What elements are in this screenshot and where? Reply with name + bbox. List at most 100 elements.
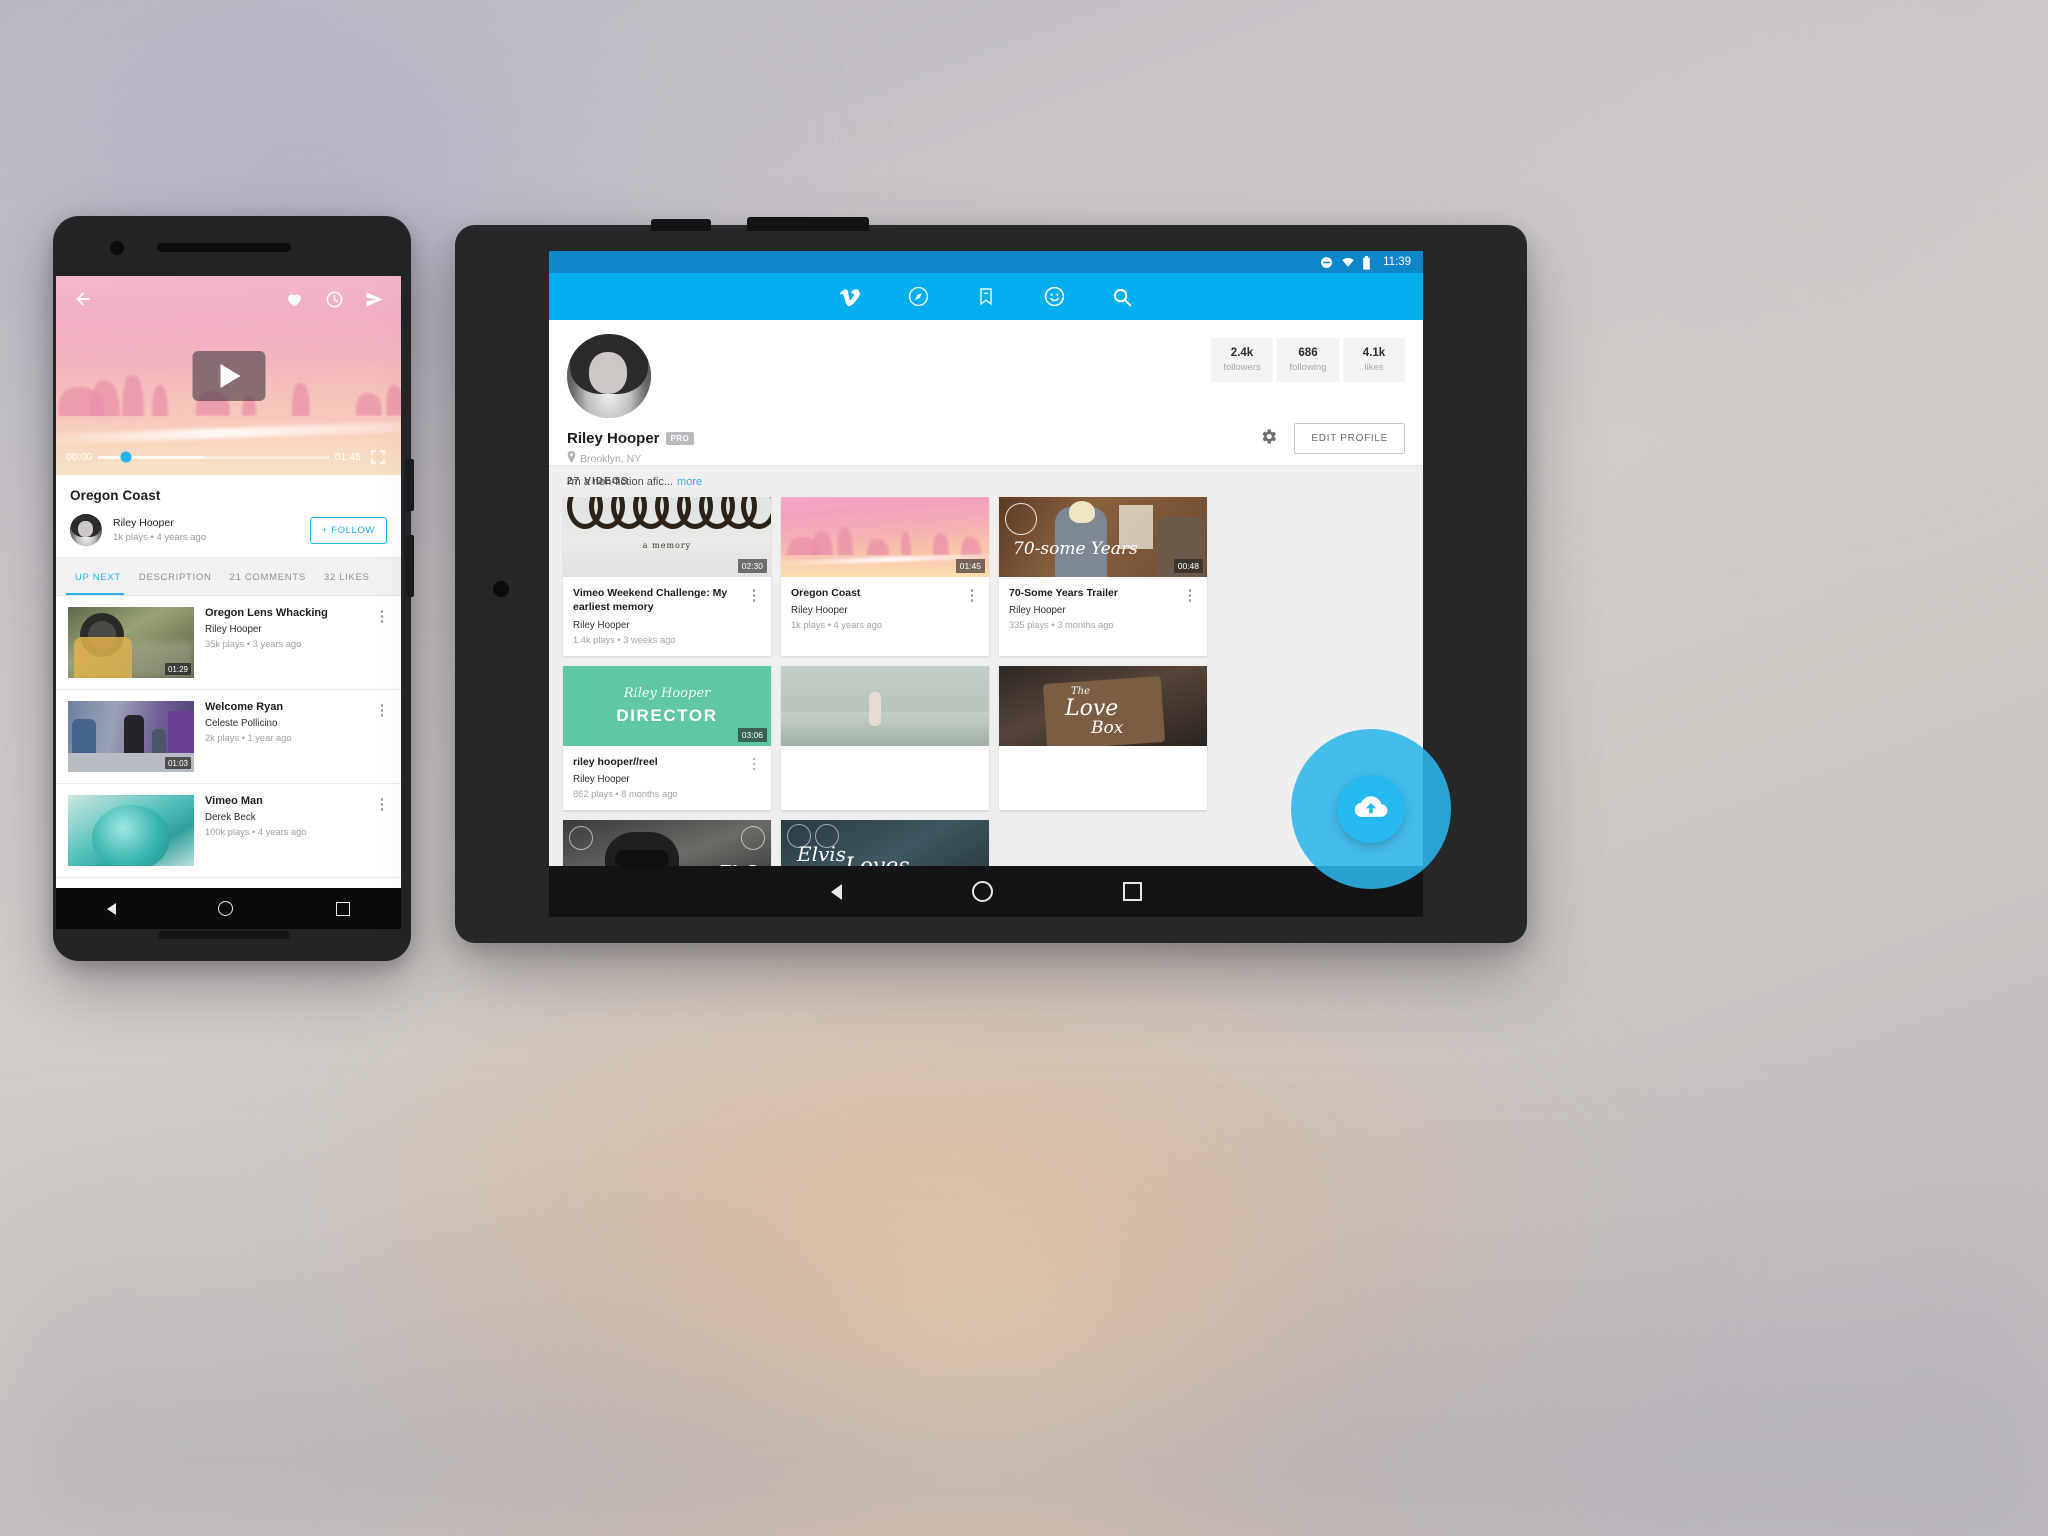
video-card-body (999, 746, 1207, 766)
tab-up-next[interactable]: UP NEXT (66, 558, 130, 595)
profile-location-text: Brooklyn, NY (580, 452, 642, 465)
bio-more-link[interactable]: more (677, 476, 702, 488)
follow-button[interactable]: + FOLLOW (309, 516, 387, 544)
overflow-menu-icon[interactable] (375, 701, 389, 717)
android-back-icon[interactable] (107, 902, 117, 915)
list-item-author: Derek Beck (205, 812, 256, 823)
search-icon[interactable] (1088, 286, 1156, 308)
thumbnail-text-3: Box (1091, 717, 1124, 738)
thumbnail-script-name: Riley Hooper (623, 685, 711, 701)
cloud-upload-icon (1354, 790, 1388, 829)
edit-profile-button[interactable]: EDIT PROFILE (1294, 423, 1405, 454)
list-item[interactable]: 01:03 Welcome Ryan Celeste Pollicino 2k … (56, 690, 401, 784)
phone-screen: 00:00 01:45 Oregon Coast Riley Hooper 1k… (56, 276, 401, 888)
list-item[interactable]: Vimeo Man Derek Beck 100k plays • 4 year… (56, 784, 401, 878)
phone-volume-button[interactable] (405, 535, 414, 597)
heart-icon[interactable] (281, 286, 307, 312)
video-thumbnail[interactable] (68, 795, 194, 866)
thumbnail-duration: 01:45 (955, 559, 985, 573)
tablet-profile-header: Riley Hooper PRO Brooklyn, NY i'm a non-… (549, 320, 1423, 488)
list-item-text: Welcome Ryan Celeste Pollicino 2k plays … (205, 701, 375, 743)
player-progress-slider[interactable] (98, 451, 329, 463)
video-thumbnail[interactable] (781, 665, 989, 746)
overflow-menu-icon[interactable] (1183, 586, 1197, 630)
android-recents-icon[interactable] (335, 901, 350, 916)
tablet-volume-button[interactable] (747, 217, 869, 231)
videos-grid: a memory 02:30 Vimeo Weekend Challenge: … (549, 497, 1423, 917)
android-back-icon[interactable] (830, 883, 842, 900)
phone-tab-bar: UP NEXT DESCRIPTION 21 COMMENTS 32 LIKES (56, 558, 401, 596)
overflow-menu-icon[interactable] (375, 607, 389, 623)
stat-following-label: following (1289, 362, 1327, 373)
list-item[interactable]: 01:29 Oregon Lens Whacking Riley Hooper … (56, 596, 401, 690)
video-card-body: Oregon Coast Riley Hooper 1k plays • 4 y… (781, 577, 989, 641)
back-arrow-icon[interactable] (70, 286, 96, 312)
android-recents-icon[interactable] (1122, 882, 1142, 901)
send-icon[interactable] (361, 286, 387, 312)
video-thumbnail[interactable]: 01:45 (781, 497, 989, 577)
video-card[interactable] (781, 665, 989, 811)
avatar[interactable] (70, 514, 102, 546)
profile-bio-text: i'm a non-fiction afic... (567, 476, 674, 488)
overflow-menu-icon[interactable] (747, 755, 761, 799)
player-buffered-bar (98, 455, 205, 459)
stat-followers[interactable]: 2.4k followers (1211, 338, 1273, 382)
video-thumbnail[interactable]: 01:29 (68, 607, 194, 678)
stat-likes[interactable]: 4.1k likes (1343, 338, 1405, 382)
tablet-android-navbar (549, 866, 1423, 917)
video-thumbnail[interactable]: a memory 02:30 (563, 497, 771, 577)
video-card[interactable]: Riley Hooper DIRECTOR 03:06 riley hooper… (563, 665, 771, 811)
clock-icon[interactable] (321, 286, 347, 312)
overflow-menu-icon[interactable] (965, 586, 979, 630)
status-badge: PRO (665, 432, 695, 445)
video-card[interactable]: The Love Box (999, 665, 1207, 811)
phone-bottom-speaker (158, 931, 290, 939)
stat-following[interactable]: 686 following (1277, 338, 1339, 382)
list-item-text: Oregon Lens Whacking Riley Hooper 35k pl… (205, 607, 375, 649)
tab-comments[interactable]: 21 COMMENTS (221, 558, 315, 595)
play-icon[interactable] (192, 350, 265, 401)
video-thumbnail[interactable]: Riley Hooper DIRECTOR 03:06 (563, 665, 771, 746)
video-thumbnail[interactable]: 70-some Years 00:48 (999, 497, 1207, 577)
phone-video-title: Oregon Coast (70, 488, 161, 503)
list-item-stats: 35k plays • 3 years ago (205, 639, 302, 649)
list-item-title: Vimeo Man (205, 795, 263, 807)
video-thumbnail[interactable]: 01:03 (68, 701, 194, 772)
battery-icon (1362, 255, 1375, 270)
fullscreen-icon[interactable] (365, 444, 391, 470)
video-card-text: Vimeo Weekend Challenge: My earliest mem… (573, 586, 747, 645)
video-card-text: 70-Some Years Trailer Riley Hooper 335 p… (1009, 586, 1183, 630)
explore-compass-icon[interactable] (884, 285, 952, 308)
stat-followers-label: followers (1223, 362, 1261, 373)
android-home-icon[interactable] (218, 901, 234, 916)
video-card[interactable]: 01:45 Oregon Coast Riley Hooper 1k plays… (781, 497, 989, 656)
video-card-title: riley hooper//reel (573, 755, 658, 768)
android-home-icon[interactable] (971, 881, 993, 902)
thumbnail-text-1: Elvis (797, 842, 846, 867)
avatar[interactable] (567, 334, 651, 418)
tablet-power-button[interactable] (651, 219, 711, 231)
wifi-icon (1341, 256, 1354, 269)
thumbnail-title-art: DIRECTOR (616, 705, 718, 725)
tab-description[interactable]: DESCRIPTION (130, 558, 221, 595)
player-scrubber-handle[interactable] (120, 451, 132, 463)
vimeo-logo-icon[interactable] (816, 286, 884, 308)
thumbnail-duration: 01:03 (164, 757, 191, 769)
phone-video-info: Oregon Coast Riley Hooper 1k plays • 4 y… (56, 475, 401, 558)
video-card[interactable]: 70-some Years 00:48 70-Some Years Traile… (999, 497, 1207, 656)
video-thumbnail[interactable]: The Love Box (999, 665, 1207, 746)
profile-bio: i'm a non-fiction afic... more (567, 476, 1405, 488)
video-card-stats: 1.4k plays • 3 weeks ago (573, 634, 676, 645)
video-card-title: 70-Some Years Trailer (1009, 587, 1118, 599)
phone-video-player[interactable]: 00:00 01:45 (56, 276, 401, 475)
video-card[interactable]: a memory 02:30 Vimeo Weekend Challenge: … (563, 497, 771, 656)
tab-likes[interactable]: 32 LIKES (315, 558, 379, 595)
feed-smiley-icon[interactable] (1020, 285, 1088, 308)
overflow-menu-icon[interactable] (375, 795, 389, 811)
upload-fab-button[interactable] (1337, 775, 1405, 843)
phone-power-button[interactable] (405, 459, 414, 511)
stat-likes-value: 4.1k (1362, 347, 1386, 359)
overflow-menu-icon[interactable] (747, 586, 761, 645)
bookmark-icon[interactable] (952, 285, 1020, 308)
gear-icon[interactable] (1259, 427, 1278, 451)
